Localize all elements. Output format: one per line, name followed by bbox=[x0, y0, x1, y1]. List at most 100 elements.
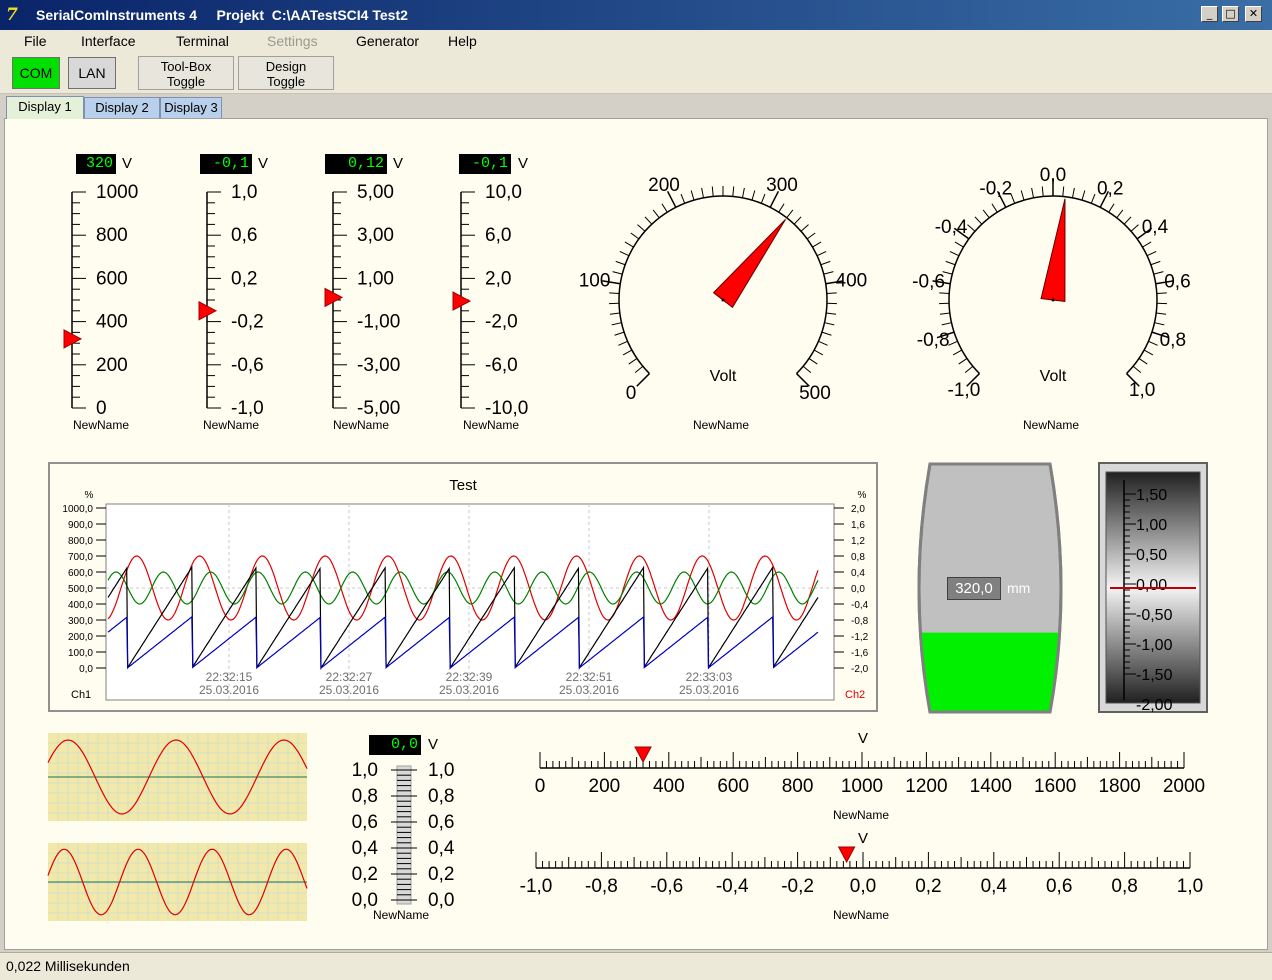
h-scale-pointer[interactable] bbox=[634, 746, 652, 764]
bar-meter-tick-label: 800 bbox=[96, 225, 128, 246]
chart-x-date-label: 25.03.2016 bbox=[319, 683, 379, 697]
dial-tick bbox=[800, 224, 809, 232]
small-meter-track bbox=[396, 765, 412, 905]
dial-tick bbox=[824, 322, 835, 326]
dial-tick-label: 0 bbox=[626, 383, 637, 404]
dial-tick bbox=[812, 241, 822, 248]
dial-tick bbox=[1130, 224, 1139, 232]
h-scale-tick-label: 0,4 bbox=[981, 876, 1008, 897]
dial-tick bbox=[820, 260, 831, 266]
h-scale-tick-label: 1400 bbox=[970, 776, 1012, 797]
small-meter-right-label: 0,4 bbox=[428, 838, 455, 859]
small-meter-right-label: 0,2 bbox=[428, 864, 454, 885]
chart-left-tick-label: 800,0 bbox=[68, 536, 93, 547]
dial-tick-label: 0,4 bbox=[1142, 217, 1169, 238]
chart-right-tick-label: 0,4 bbox=[851, 568, 865, 579]
dial-tick bbox=[741, 187, 745, 198]
dial-tick bbox=[732, 186, 735, 197]
dial-tick-label: -0,6 bbox=[912, 271, 945, 292]
h-scale-2-name: NewName bbox=[833, 908, 890, 922]
bar-meter-tick-label: 5,00 bbox=[357, 182, 394, 203]
dial-tick bbox=[1020, 190, 1025, 201]
dial-needle[interactable] bbox=[712, 219, 786, 309]
h-scale-1-unit: V bbox=[858, 730, 869, 747]
chart-right-tick-label: 2,0 bbox=[851, 504, 865, 515]
dial-tick bbox=[793, 216, 802, 225]
small-meter-left-label: 0,8 bbox=[352, 786, 378, 807]
chart-x-time-label: 22:32:51 bbox=[566, 670, 613, 684]
status-bar: 0,022 Millisekunden bbox=[0, 952, 1272, 980]
dial-tick bbox=[1138, 358, 1148, 365]
dial-tick bbox=[808, 358, 818, 365]
bar-meter-4: 10,0 6,0 2,0 -2,0 -6,0 -10,0 bbox=[452, 182, 528, 419]
dial-tick bbox=[612, 271, 623, 275]
bar-meter-tick-label: 1,0 bbox=[231, 182, 257, 203]
bar-meter-tick-label: 1,00 bbox=[357, 268, 394, 289]
dial-needle[interactable] bbox=[1040, 198, 1066, 302]
bar-meter-tick-label: -6,0 bbox=[485, 355, 518, 376]
dial-tick-label: 0,8 bbox=[1160, 330, 1186, 351]
bar-meter-tick-label: -0,6 bbox=[231, 355, 264, 376]
dial-tick-label: 400 bbox=[836, 271, 868, 292]
h-scale-tick-label: 0 bbox=[535, 776, 546, 797]
dial-hub bbox=[1051, 298, 1055, 302]
dial-tick-label: 0,6 bbox=[1164, 271, 1190, 292]
small-meter-right-label: 0,6 bbox=[428, 812, 454, 833]
dial-1: 0 100 200 300 400 500 Volt bbox=[579, 175, 868, 404]
bar-meter-tick-label: -1,0 bbox=[231, 398, 264, 419]
mini-recorder-1 bbox=[47, 733, 308, 821]
dial-tick-label: -1,0 bbox=[948, 380, 981, 401]
dial-tick bbox=[939, 312, 950, 315]
dial-tick bbox=[634, 365, 644, 374]
dial-tick-label: -0,2 bbox=[979, 179, 1012, 200]
vertical-slider[interactable]: 1,50 1,00 0,50 0,00 -0,50 -1,00 -1,50 -2,00 bbox=[1098, 462, 1208, 714]
small-meter-name: NewName bbox=[373, 908, 430, 922]
bar-meter-tick-label: 2,0 bbox=[485, 268, 511, 289]
dial-tick-label: -0,4 bbox=[935, 217, 968, 238]
h-scale-tick-label: -1,0 bbox=[520, 876, 553, 897]
h-scale-pointer[interactable] bbox=[837, 846, 856, 864]
dial-tick-label: -0,8 bbox=[917, 330, 950, 351]
dial-tick bbox=[991, 203, 998, 213]
dial-tick bbox=[618, 340, 628, 346]
dial-tick bbox=[1108, 203, 1115, 213]
h-scale-tick-label: 0,2 bbox=[915, 876, 941, 897]
h-scale-2: -1,0 -0,8 -0,6 -0,4 -0,2 0,0 0,2 0,4 0,6 0,8 1,0 bbox=[520, 846, 1203, 897]
chart-x-date-label: 25.03.2016 bbox=[679, 683, 739, 697]
h-scale-tick-label: -0,6 bbox=[650, 876, 683, 897]
dial-tick bbox=[1132, 365, 1142, 374]
chart-x-date-label: 25.03.2016 bbox=[439, 683, 499, 697]
bar-meter-tick-label: 0 bbox=[96, 398, 107, 419]
vertical-slider-tick-label: 0,50 bbox=[1136, 547, 1167, 564]
dial-tick bbox=[628, 358, 638, 365]
small-meter-right-label: 0,0 bbox=[428, 890, 454, 911]
h-scale-2-unit: V bbox=[858, 830, 869, 847]
dial-tick-label: 200 bbox=[648, 175, 680, 196]
dial-tick bbox=[630, 232, 640, 240]
chart-right-unit: % bbox=[858, 490, 867, 501]
bar-meter-tick-label: 400 bbox=[96, 312, 128, 333]
h-scale-tick-label: 800 bbox=[782, 776, 814, 797]
dial-hub bbox=[721, 298, 725, 302]
dial-tick bbox=[609, 292, 620, 294]
h-scale-tick-label: 200 bbox=[589, 776, 621, 797]
chart-x-time-label: 22:33:03 bbox=[686, 670, 733, 684]
dial-tick bbox=[964, 365, 974, 374]
dial-tick bbox=[760, 193, 766, 204]
h-scale-tick-label: 600 bbox=[717, 776, 749, 797]
dial-tick bbox=[967, 224, 976, 232]
dial-tick bbox=[619, 251, 630, 257]
h-scale-tick-label: 0,0 bbox=[850, 876, 876, 897]
chart-right-tick-label: 0,8 bbox=[851, 552, 865, 563]
bar-meter-tick-label: 600 bbox=[96, 268, 128, 289]
chart-ch1-label: Ch1 bbox=[71, 689, 91, 701]
dial-tick bbox=[945, 260, 956, 266]
vertical-slider-tick-label: -2,00 bbox=[1136, 697, 1173, 714]
dial-tick bbox=[1071, 187, 1075, 198]
horizontal-scales: 0 200 400 600 800 1000 1200 1400 1600 1800 2000 -1,… bbox=[520, 746, 1205, 897]
dials: 0 100 200 300 400 500 Volt -1,0 -0,8 -0,6 -0,4 -0,2… bbox=[579, 165, 1191, 404]
bar-meter-tick-label: 1000 bbox=[96, 182, 138, 203]
small-meter-left-label: 1,0 bbox=[352, 760, 378, 781]
dial-tick bbox=[680, 193, 686, 204]
dial-tick bbox=[751, 190, 756, 201]
